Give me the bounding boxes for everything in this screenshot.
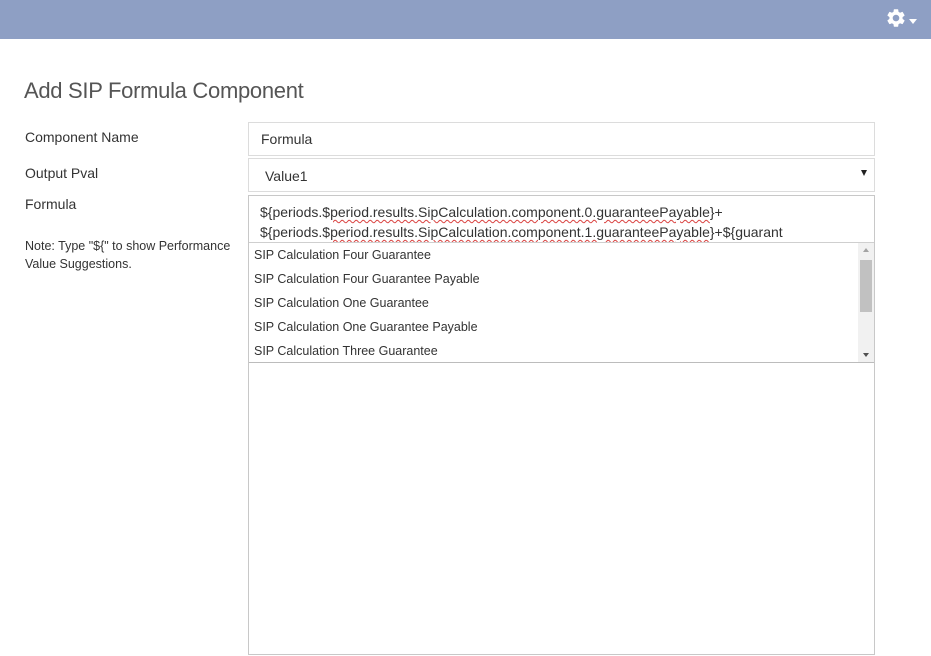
settings-menu-button[interactable] <box>883 7 919 31</box>
formula-line-1-spellcheck-text: period.results.SipCalculation.component.… <box>330 204 710 220</box>
output-pval-select[interactable]: Value1 <box>248 158 875 192</box>
page-title: Add SIP Formula Component <box>24 78 304 103</box>
component-name-input[interactable] <box>248 122 875 156</box>
component-name-label: Component Name <box>25 129 139 145</box>
formula-line-1-suffix: }+ <box>709 204 723 220</box>
suggestion-list: SIP Calculation Four Guarantee SIP Calcu… <box>249 243 858 362</box>
formula-line-2: ${periods.$period.results.SipCalculation… <box>260 222 872 242</box>
suggestion-item[interactable]: SIP Calculation Four Guarantee <box>249 243 858 267</box>
scroll-up-arrow-icon[interactable] <box>858 243 874 257</box>
scrollbar-thumb[interactable] <box>860 260 872 312</box>
formula-line-2-suffix: }+${guarant <box>709 224 783 240</box>
suggestion-item[interactable]: SIP Calculation One Guarantee Payable <box>249 315 858 339</box>
formula-line-2-spellcheck-text: period.results.SipCalculation.component.… <box>330 224 710 240</box>
scroll-down-arrow-icon[interactable] <box>858 348 874 362</box>
formula-line-2-prefix: ${periods.$ <box>260 224 331 240</box>
suggestion-item[interactable]: SIP Calculation One Guarantee <box>249 291 858 315</box>
suggestion-item[interactable]: SIP Calculation Three Guarantee <box>249 339 858 362</box>
suggestion-item[interactable]: SIP Calculation Four Guarantee Payable <box>249 267 858 291</box>
suggestion-scrollbar[interactable] <box>858 243 874 362</box>
output-pval-selected-value: Value1 <box>265 168 308 184</box>
output-pval-label: Output Pval <box>25 165 99 181</box>
formula-text: ${periods.$period.results.SipCalculation… <box>260 202 872 242</box>
caret-down-icon <box>909 19 917 24</box>
formula-note: Note: Type "${" to show Performance Valu… <box>25 239 231 271</box>
gear-icon <box>887 9 905 27</box>
formula-line-1-prefix: ${periods.$ <box>260 204 331 220</box>
dropdown-arrow-icon <box>861 170 867 176</box>
suggestion-dropdown[interactable]: SIP Calculation Four Guarantee SIP Calcu… <box>249 242 874 363</box>
formula-line-1: ${periods.$period.results.SipCalculation… <box>260 202 872 222</box>
top-bar <box>0 0 931 39</box>
formula-label: Formula <box>25 196 77 212</box>
